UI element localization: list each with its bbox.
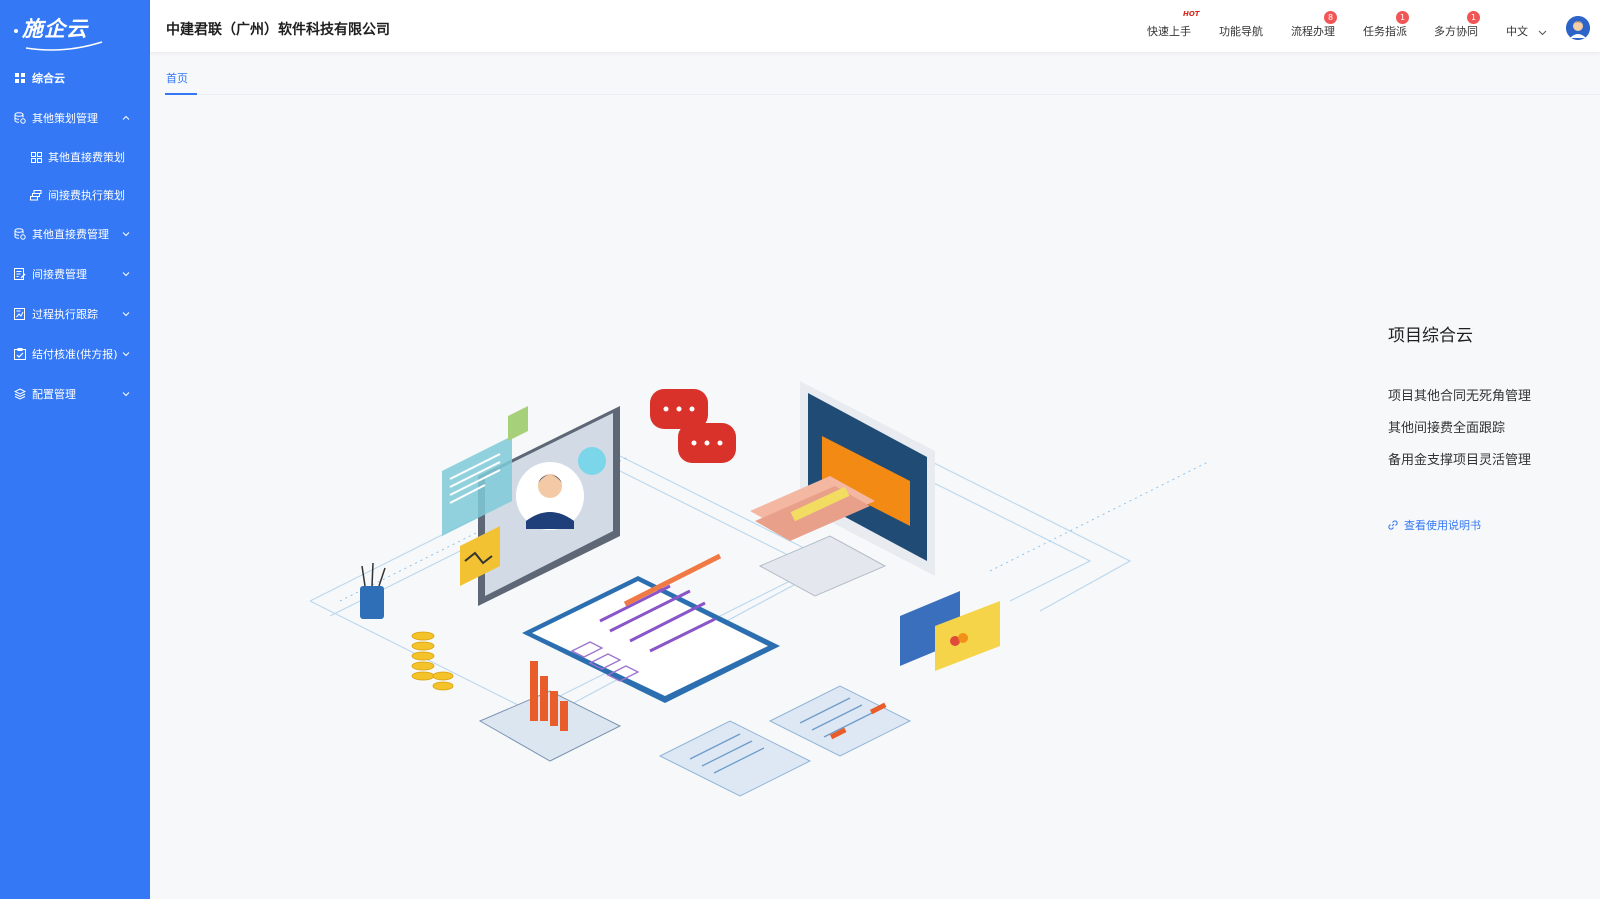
user-manual-link[interactable]: 查看使用说明书: [1388, 517, 1531, 533]
sidebar: 施企云 综合云 其他策划管理 其他直接费策划 间接费执行策划 其他直接费管理 间…: [0, 0, 150, 899]
feature-line: 其他间接费全面跟踪: [1388, 421, 1506, 436]
nav-label: 多方协同: [1434, 25, 1478, 38]
collaboration-link[interactable]: 多方协同 1: [1434, 11, 1480, 39]
process-handling-link[interactable]: 流程办理 8: [1291, 11, 1337, 39]
count-badge: 1: [1396, 11, 1409, 24]
nav-label: 功能导航: [1219, 25, 1263, 38]
edit-list-icon: [14, 268, 26, 280]
logo[interactable]: 施企云: [14, 10, 103, 51]
check-clipboard-icon: [14, 348, 26, 360]
nav-label: 任务指派: [1363, 25, 1407, 38]
chevron-down-icon: [122, 232, 130, 237]
database-icon: [14, 228, 26, 240]
product-info-panel: 项目综合云 项目其他合同无死角管理 其他间接费全面跟踪 备用金支撑项目灵活管理 …: [1388, 321, 1531, 533]
sidebar-item-label: 综合云: [32, 72, 65, 85]
sidebar-item-other-direct-management[interactable]: 其他直接费管理: [0, 214, 150, 254]
sidebar-item-overview[interactable]: 综合云: [0, 58, 150, 98]
chevron-down-icon: [122, 352, 130, 357]
chevron-up-icon: [122, 115, 130, 120]
sidebar-item-label: 过程执行跟踪: [32, 308, 98, 321]
quick-start-link[interactable]: 快速上手 HOT: [1147, 10, 1200, 39]
feature-line: 备用金支撑项目灵活管理: [1388, 453, 1532, 468]
link-icon: [1388, 520, 1398, 530]
chevron-down-icon: [122, 272, 130, 277]
function-nav-link[interactable]: 功能导航: [1219, 23, 1263, 39]
apps-icon: [30, 151, 42, 163]
sidebar-item-label: 其他直接费管理: [32, 228, 109, 241]
layers-icon: [14, 388, 26, 400]
sidebar-item-label: 间接费管理: [32, 268, 87, 281]
logo-text: 施企云: [22, 17, 88, 41]
sidebar-item-label: 其他直接费策划: [48, 151, 125, 164]
tab-home[interactable]: 首页: [165, 54, 197, 95]
count-badge: 8: [1324, 11, 1337, 24]
user-avatar-icon: [1566, 16, 1590, 40]
company-name: 中建君联（广州）软件科技有限公司: [166, 22, 390, 38]
chevron-down-icon: [122, 312, 130, 317]
sidebar-item-other-planning[interactable]: 其他策划管理: [0, 98, 150, 138]
chevron-down-icon: [122, 392, 130, 397]
tab-bar: 首页: [165, 54, 1600, 95]
top-header: 中建君联（广州）软件科技有限公司 快速上手 HOT 功能导航 流程办理 8 任务…: [150, 0, 1600, 53]
feature-line: 项目其他合同无死角管理: [1388, 389, 1532, 404]
sidebar-item-configuration[interactable]: 配置管理: [0, 374, 150, 414]
dashboard-illustration: [310, 381, 1211, 797]
sidebar-item-indirect-management[interactable]: 间接费管理: [0, 254, 150, 294]
user-manual-label: 查看使用说明书: [1404, 519, 1481, 532]
language-select[interactable]: 中文: [1506, 23, 1547, 39]
logo-dot: [14, 29, 18, 33]
sidebar-item-label: 结付核准(供方报): [32, 348, 118, 361]
main-content: 项目综合云 项目其他合同无死角管理 其他间接费全面跟踪 备用金支撑项目灵活管理 …: [150, 96, 1600, 899]
avatar[interactable]: [1566, 16, 1590, 40]
product-title: 项目综合云: [1388, 326, 1473, 346]
sidebar-item-indirect-execution-planning[interactable]: 间接费执行策划: [0, 176, 150, 214]
logo-swoosh-icon: [25, 41, 103, 51]
hot-badge: HOT: [1183, 10, 1200, 18]
language-label: 中文: [1506, 25, 1528, 38]
task-assign-link[interactable]: 任务指派 1: [1363, 11, 1409, 39]
sidebar-item-process-tracking[interactable]: 过程执行跟踪: [0, 294, 150, 334]
sidebar-item-label: 间接费执行策划: [48, 189, 125, 202]
sidebar-nav: 综合云 其他策划管理 其他直接费策划 间接费执行策划 其他直接费管理 间接费管理…: [0, 58, 150, 414]
coins-icon: [30, 189, 42, 201]
nav-label: 流程办理: [1291, 25, 1335, 38]
sidebar-item-settlement-approval[interactable]: 结付核准(供方报): [0, 334, 150, 374]
count-badge: 1: [1467, 11, 1480, 24]
sidebar-item-other-direct-planning[interactable]: 其他直接费策划: [0, 138, 150, 176]
chevron-down-icon: [1538, 30, 1546, 35]
nav-label: 快速上手: [1147, 25, 1191, 38]
grid-icon: [14, 72, 26, 84]
sidebar-item-label: 其他策划管理: [32, 112, 98, 125]
database-icon: [14, 112, 26, 124]
report-icon: [14, 308, 26, 320]
sidebar-item-label: 配置管理: [32, 388, 76, 401]
